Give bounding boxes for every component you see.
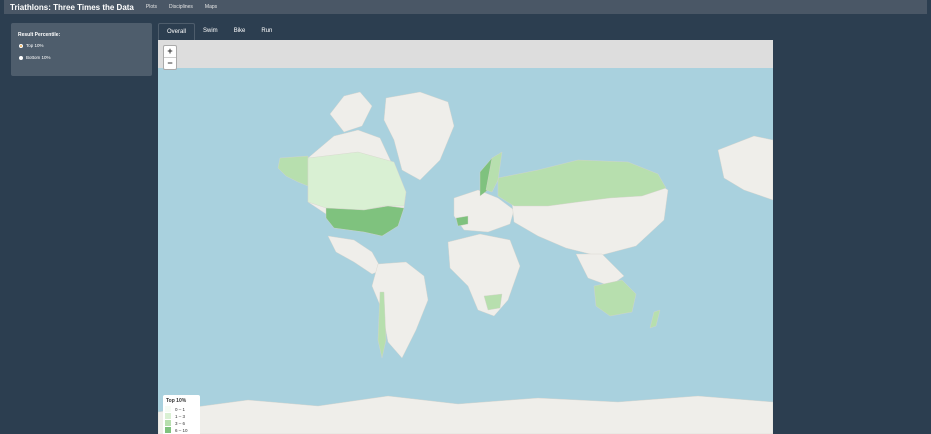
legend-swatch-0 — [165, 406, 171, 412]
app-title[interactable]: Triathlons: Three Times the Data — [10, 3, 134, 12]
legend-label-3: 6 – 10 — [175, 427, 188, 433]
radio-top-10[interactable]: Top 10% — [19, 43, 44, 48]
zoom-out-button[interactable]: − — [164, 58, 176, 69]
spain-shape — [455, 215, 469, 227]
percentile-label: Result Percentile: — [18, 32, 61, 38]
canada-islands — [329, 91, 373, 133]
radio-selected-icon[interactable] — [19, 43, 23, 48]
legend-label-0: 0 – 1 — [175, 406, 186, 412]
legend-item: 1 – 3 — [165, 413, 185, 419]
legend-label-2: 3 – 6 — [175, 420, 186, 426]
zoom-control: + − — [163, 45, 177, 70]
legend-item: 6 – 10 — [165, 427, 188, 433]
map-top-band — [158, 40, 773, 68]
tab-bar: Overall Swim Bike Run — [158, 23, 280, 40]
mexico-central-america — [327, 235, 383, 275]
nav-link-disciplines[interactable]: Disciplines — [169, 4, 193, 10]
canada-mainland-shape — [307, 151, 407, 211]
legend-swatch-3 — [165, 427, 171, 433]
legend-item: 3 – 6 — [165, 420, 185, 426]
tab-bike[interactable]: Bike — [226, 23, 254, 40]
australia-shape — [593, 279, 637, 317]
zoom-in-button[interactable]: + — [164, 46, 176, 58]
world-map[interactable]: + − Top 10% 0 – 1 1 – 3 3 – 6 6 – 10 — [158, 40, 773, 434]
legend-label-1: 1 – 3 — [175, 413, 186, 419]
tab-overall[interactable]: Overall — [158, 23, 196, 40]
usa-shape — [325, 205, 405, 237]
radio-bottom-10-label: Bottom 10% — [26, 55, 51, 60]
tab-swim[interactable]: Swim — [195, 23, 226, 40]
nav-link-maps[interactable]: Maps — [205, 4, 217, 10]
radio-unselected-icon[interactable] — [19, 55, 23, 60]
map-legend: Top 10% 0 – 1 1 – 3 3 – 6 6 – 10 — [163, 395, 200, 434]
siberia-east — [717, 135, 773, 201]
radio-top-10-label: Top 10% — [26, 43, 44, 48]
navbar: Triathlons: Three Times the Data Plots D… — [4, 0, 927, 14]
legend-item: 0 – 1 — [165, 406, 185, 412]
sidebar-panel: Result Percentile: Top 10% Bottom 10% — [11, 23, 152, 76]
africa — [447, 233, 521, 317]
map-tiles — [158, 91, 773, 434]
nav-link-plots[interactable]: Plots — [146, 4, 157, 10]
legend-swatch-2 — [165, 420, 171, 426]
new-zealand-shape — [649, 309, 661, 329]
legend-title: Top 10% — [166, 398, 187, 404]
tab-run[interactable]: Run — [253, 23, 280, 40]
alaska-shape — [277, 155, 309, 187]
antarctica — [158, 395, 773, 434]
radio-bottom-10[interactable]: Bottom 10% — [19, 55, 51, 60]
legend-swatch-1 — [165, 413, 171, 419]
